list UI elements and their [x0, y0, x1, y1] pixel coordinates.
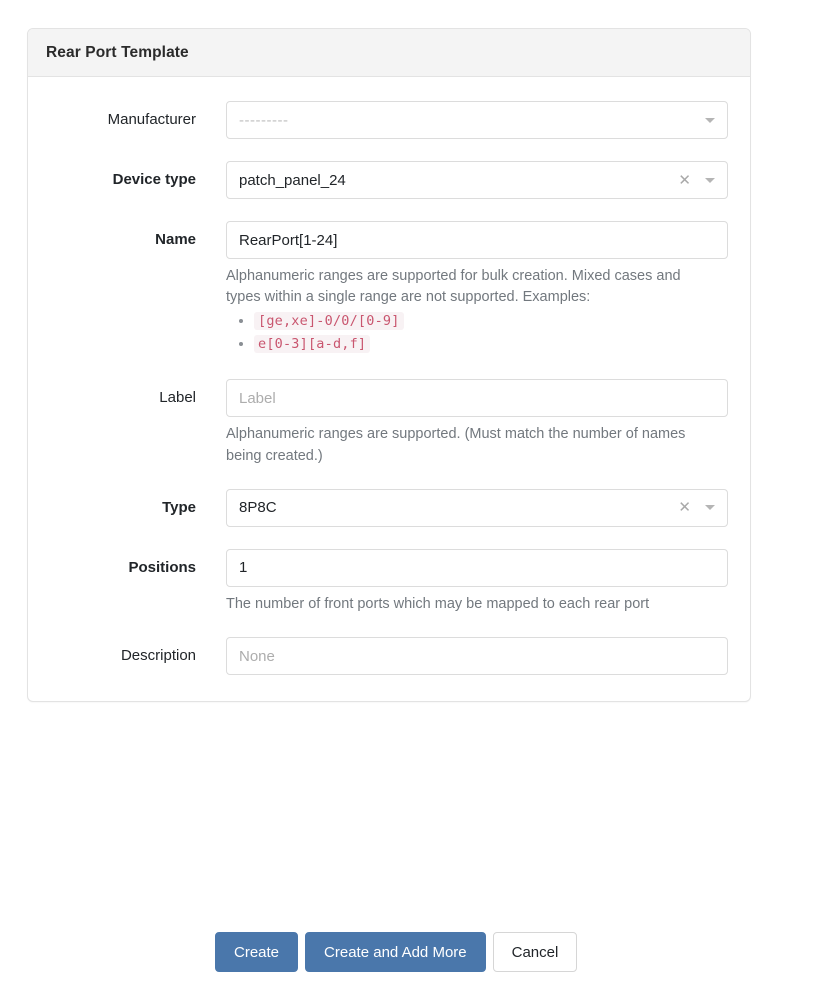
list-item: e[0-3][a-d,f] [254, 334, 696, 355]
label-help-text: Alphanumeric ranges are supported. (Must… [226, 426, 686, 464]
form-row-type: Type 8P8C ✕ [50, 488, 728, 527]
type-adornments: ✕ [678, 490, 718, 526]
create-button[interactable]: Create [215, 932, 299, 972]
form-row-manufacturer: Manufacturer --------- [50, 101, 728, 139]
device-type-value: patch_panel_24 [239, 171, 346, 189]
label-field: Label Alphanumeric ranges are supported.… [226, 379, 728, 467]
name-help-paragraph: Alphanumeric ranges are supported for bu… [226, 268, 681, 306]
list-item: [ge,xe]-0/0/[0-9] [254, 311, 696, 332]
device-type-adornments: ✕ [678, 162, 718, 198]
page-title: Rear Port Template [46, 44, 189, 61]
type-value: 8P8C [239, 499, 277, 517]
form-row-label: Label Label Alphanumeric ranges are supp… [50, 379, 728, 467]
card-body: Manufacturer --------- Device type patch… [28, 77, 750, 701]
label-placeholder: Label [239, 389, 276, 407]
cancel-button[interactable]: Cancel [492, 932, 578, 972]
form-actions: Create Create and Add More Cancel [215, 932, 578, 972]
rear-port-template-card: Rear Port Template Manufacturer --------… [27, 28, 751, 703]
close-icon[interactable]: ✕ [678, 500, 691, 515]
name-help-examples: [ge,xe]-0/0/[0-9] e[0-3][a-d,f] [226, 311, 696, 356]
form-row-device-type: Device type patch_panel_24 ✕ [50, 161, 728, 199]
type-select[interactable]: 8P8C ✕ [226, 488, 728, 527]
name-label: Name [155, 231, 196, 248]
positions-input[interactable]: 1 [226, 548, 728, 587]
manufacturer-value: --------- [239, 111, 289, 129]
manufacturer-field: --------- [226, 101, 728, 139]
form-row-positions: Positions 1 The number of front ports wh… [50, 548, 728, 615]
chevron-down-icon[interactable] [705, 505, 715, 511]
close-icon[interactable]: ✕ [678, 173, 691, 188]
label-input[interactable]: Label [226, 379, 728, 418]
manufacturer-label: Manufacturer [107, 111, 196, 128]
device-type-label: Device type [112, 171, 196, 188]
type-label: Type [162, 498, 196, 516]
name-example-1: [ge,xe]-0/0/[0-9] [254, 311, 404, 330]
create-and-add-more-button[interactable]: Create and Add More [305, 932, 486, 972]
name-value: RearPort[1-24] [239, 231, 338, 249]
description-label: Description [120, 647, 196, 665]
positions-field: 1 The number of front ports which may be… [226, 548, 728, 615]
device-type-field: patch_panel_24 ✕ [226, 161, 728, 199]
device-type-select[interactable]: patch_panel_24 ✕ [226, 161, 728, 199]
positions-label: Positions [128, 558, 196, 576]
manufacturer-select[interactable]: --------- [226, 101, 728, 139]
rear-port-template-page: Rear Port Template Manufacturer --------… [0, 0, 818, 996]
manufacturer-adornments [705, 102, 718, 138]
name-input[interactable]: RearPort[1-24] [226, 221, 728, 259]
description-field: None [226, 637, 728, 676]
positions-help-text: The number of front ports which may be m… [226, 595, 650, 612]
type-field: 8P8C ✕ [226, 488, 728, 527]
form-row-description: Description None [50, 637, 728, 676]
form-row-name: Name RearPort[1-24] Alphanumeric ranges … [50, 221, 728, 357]
label-label: Label [159, 389, 196, 407]
name-help-text: Alphanumeric ranges are supported for bu… [226, 266, 696, 355]
chevron-down-icon[interactable] [705, 177, 715, 183]
name-field: RearPort[1-24] Alphanumeric ranges are s… [226, 221, 728, 357]
name-example-2: e[0-3][a-d,f] [254, 334, 371, 353]
positions-value: 1 [239, 559, 248, 577]
chevron-down-icon[interactable] [705, 117, 715, 123]
description-input[interactable]: None [226, 637, 728, 676]
description-placeholder: None [239, 647, 275, 665]
card-header: Rear Port Template [28, 29, 750, 77]
